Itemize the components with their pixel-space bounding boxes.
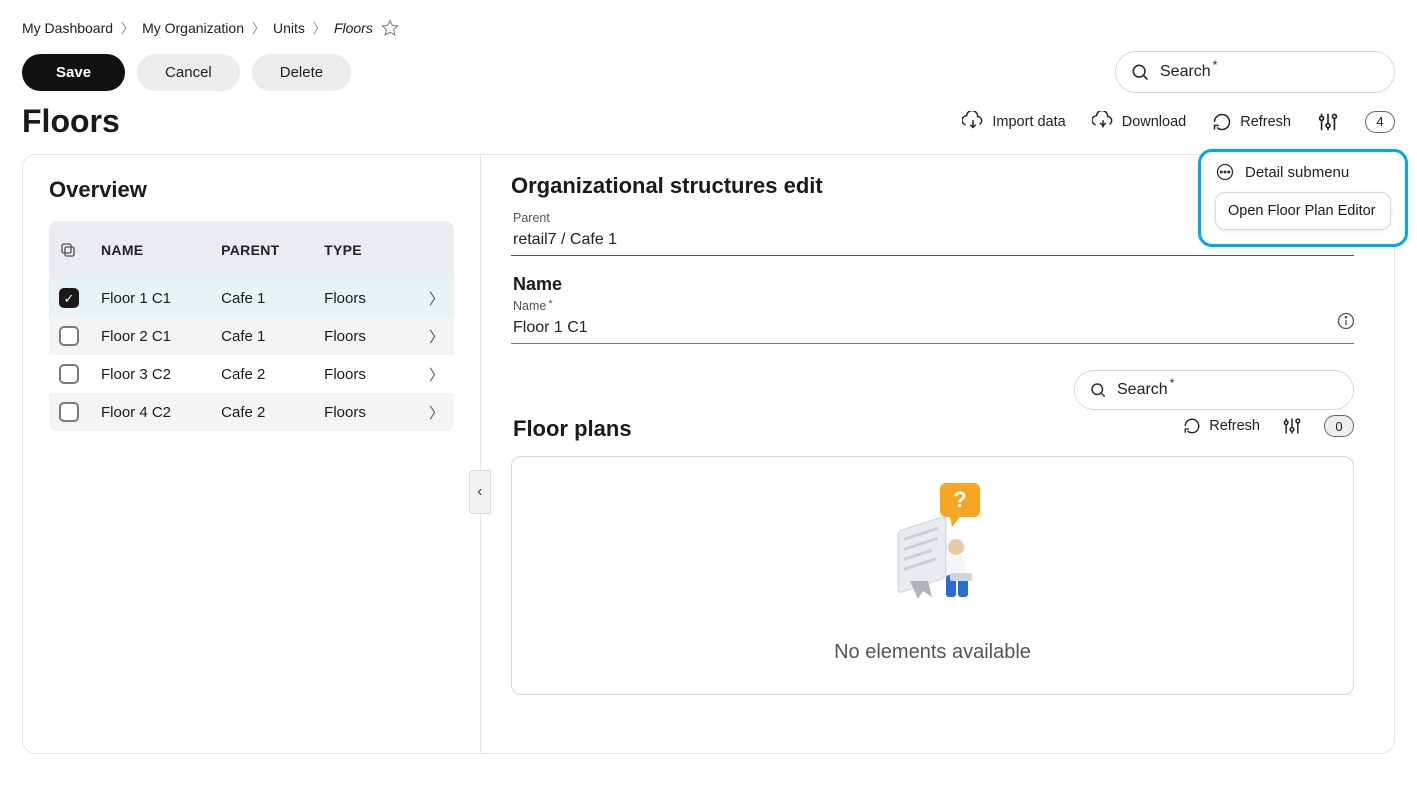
table-row[interactable]: Floor 1 C1 Cafe 1 Floors 〉	[49, 279, 454, 317]
refresh-label: Refresh	[1240, 114, 1291, 130]
svg-text:?: ?	[953, 487, 966, 512]
breadcrumb-sep: 〉	[252, 18, 265, 37]
action-bar: Save Cancel Delete Search*	[22, 51, 1395, 93]
row-checkbox[interactable]	[59, 326, 79, 346]
floorplans-count-badge: 0	[1324, 415, 1354, 437]
cancel-button[interactable]: Cancel	[137, 54, 240, 91]
empty-illustration: ?	[868, 481, 998, 611]
floorplans-search[interactable]: Search*	[1074, 370, 1354, 410]
submenu-header: Detail submenu	[1245, 164, 1349, 181]
floorplans-empty-card: ?	[511, 456, 1354, 695]
col-parent[interactable]: PARENT	[221, 242, 324, 258]
cell-type: Floors	[324, 404, 410, 421]
download-button[interactable]: Download	[1092, 111, 1187, 133]
floorplans-title: Floor plans	[513, 416, 632, 442]
empty-message: No elements available	[834, 641, 1031, 664]
crumb-dashboard[interactable]: My Dashboard	[22, 20, 113, 36]
favorite-star-icon[interactable]	[381, 19, 399, 37]
collapse-panel-button[interactable]	[469, 470, 491, 514]
crumb-units[interactable]: Units	[273, 20, 305, 36]
overview-table: NAME PARENT TYPE Floor 1 C1 Cafe 1 Floor…	[49, 221, 454, 431]
cell-name: Floor 2 C1	[101, 328, 221, 345]
cell-parent: Cafe 1	[221, 328, 324, 345]
search-label: Search*	[1117, 381, 1174, 399]
cell-type: Floors	[324, 290, 410, 307]
table-row[interactable]: Floor 3 C2 Cafe 2 Floors 〉	[49, 355, 454, 393]
global-search[interactable]: Search*	[1115, 51, 1395, 93]
save-button[interactable]: Save	[22, 54, 125, 91]
name-label: Name*	[513, 299, 553, 313]
chevron-right-icon[interactable]: 〉	[410, 402, 444, 423]
more-icon[interactable]	[1215, 162, 1235, 182]
cell-parent: Cafe 1	[221, 290, 324, 307]
row-checkbox[interactable]	[59, 402, 79, 422]
cell-name: Floor 3 C2	[101, 366, 221, 383]
table-header: NAME PARENT TYPE	[49, 221, 454, 279]
parent-label: Parent	[513, 211, 550, 225]
cell-parent: Cafe 2	[221, 404, 324, 421]
col-type[interactable]: TYPE	[324, 242, 410, 258]
cell-name: Floor 4 C2	[101, 404, 221, 421]
row-checkbox[interactable]	[59, 288, 79, 308]
table-row[interactable]: Floor 2 C1 Cafe 1 Floors 〉	[49, 317, 454, 355]
import-data-button[interactable]: Import data	[962, 111, 1065, 133]
copy-icon[interactable]	[59, 241, 101, 259]
name-field[interactable]: Name*	[511, 301, 1354, 344]
crumb-floors[interactable]: Floors	[334, 20, 373, 36]
breadcrumb: My Dashboard 〉 My Organization 〉 Units 〉…	[22, 18, 1395, 37]
col-name[interactable]: NAME	[101, 242, 221, 258]
table-row[interactable]: Floor 4 C2 Cafe 2 Floors 〉	[49, 393, 454, 431]
editor-panel: Detail submenu Open Floor Plan Editor Or…	[481, 155, 1394, 753]
record-count-badge: 4	[1365, 111, 1395, 133]
cell-name: Floor 1 C1	[101, 290, 221, 307]
chevron-right-icon[interactable]: 〉	[410, 326, 444, 347]
chevron-right-icon[interactable]: 〉	[410, 364, 444, 385]
breadcrumb-sep: 〉	[121, 18, 134, 37]
breadcrumb-sep: 〉	[313, 18, 326, 37]
row-checkbox[interactable]	[59, 364, 79, 384]
floorplans-refresh-button[interactable]: Refresh	[1183, 417, 1260, 435]
search-icon	[1089, 381, 1107, 399]
cell-type: Floors	[324, 366, 410, 383]
search-label: Search*	[1160, 63, 1217, 81]
overview-panel: Overview NAME PARENT TYPE Floor 1 C1 Caf…	[23, 155, 481, 753]
page-title: Floors	[22, 103, 120, 140]
parent-field[interactable]: Parent retail7 / Cafe 1	[511, 213, 1354, 256]
parent-value: retail7 / Cafe 1	[511, 229, 1354, 255]
overview-title: Overview	[49, 177, 454, 203]
refresh-button[interactable]: Refresh	[1212, 112, 1291, 132]
download-label: Download	[1122, 114, 1187, 130]
info-icon[interactable]	[1336, 311, 1356, 331]
name-input[interactable]	[511, 317, 1354, 343]
import-label: Import data	[992, 114, 1065, 130]
cell-type: Floors	[324, 328, 410, 345]
chevron-right-icon[interactable]: 〉	[410, 288, 444, 309]
cell-parent: Cafe 2	[221, 366, 324, 383]
title-row: Floors Import data Download Refresh 4	[22, 103, 1395, 140]
filters-icon[interactable]	[1317, 111, 1339, 133]
floorplans-refresh-label: Refresh	[1209, 418, 1260, 434]
crumb-organization[interactable]: My Organization	[142, 20, 244, 36]
main-container: Overview NAME PARENT TYPE Floor 1 C1 Caf…	[22, 154, 1395, 754]
filters-icon[interactable]	[1282, 416, 1302, 436]
name-section-label: Name	[513, 274, 1394, 295]
delete-button[interactable]: Delete	[252, 54, 351, 91]
search-icon	[1130, 62, 1150, 82]
